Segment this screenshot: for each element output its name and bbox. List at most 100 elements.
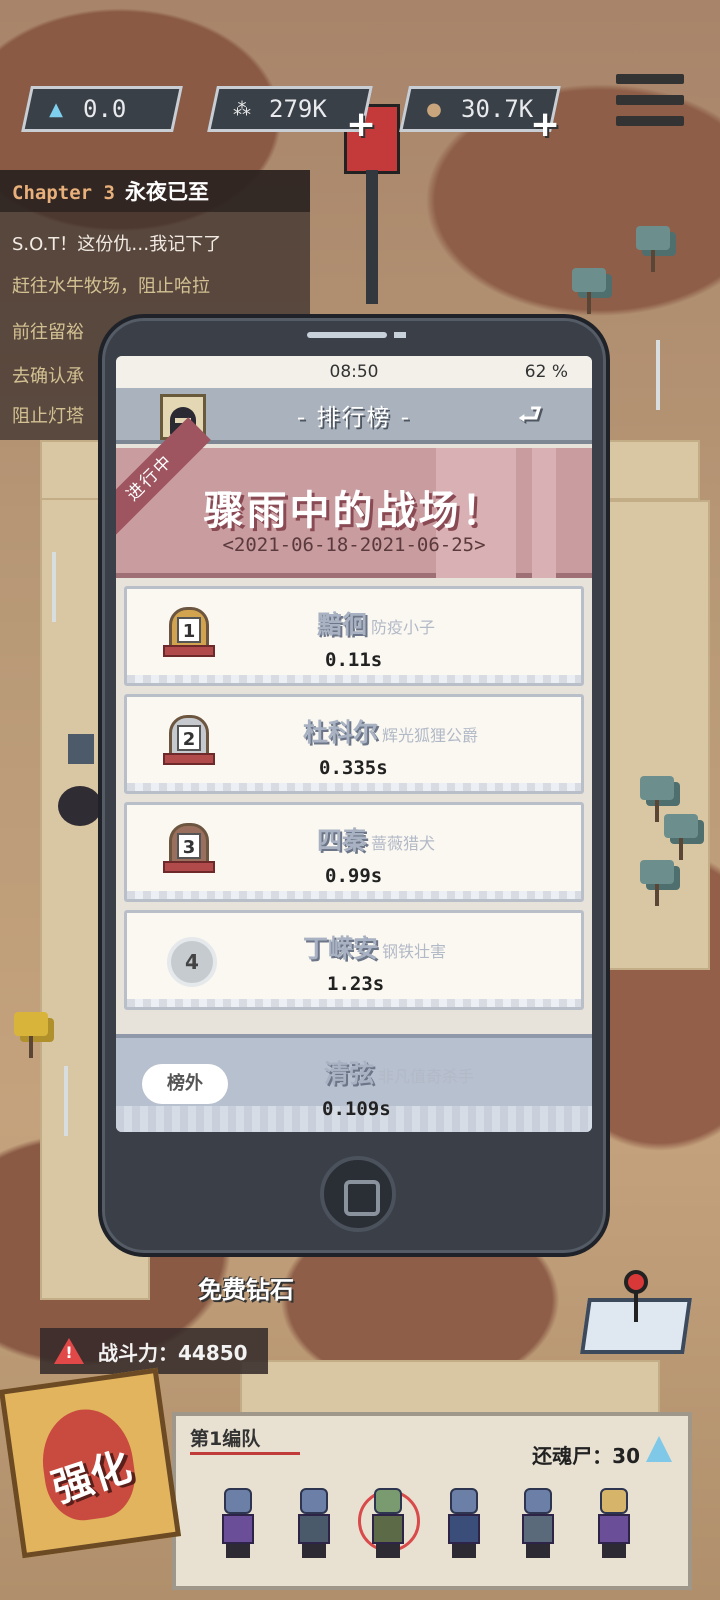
coin-value: 30.7K: [461, 95, 534, 123]
combat-power-value: 战斗力：44850: [98, 1340, 248, 1365]
unit-legs: [452, 1544, 476, 1558]
map-tree: [636, 226, 670, 272]
revive-count: 还魂尸：30: [532, 1444, 640, 1468]
player-time: 0.109s: [322, 1098, 391, 1120]
player-title: 辉光狐狸公爵: [382, 726, 479, 745]
player-title: 蔷薇猎犬: [371, 834, 436, 853]
menu-button[interactable]: [612, 68, 688, 132]
rank-number: 2: [177, 725, 201, 751]
medal-ribbon: [163, 753, 215, 765]
diamond-icon: [646, 1436, 672, 1462]
player-name-line: 丁嵘安 钢铁壮害: [303, 929, 563, 965]
medal-ribbon: [163, 861, 215, 873]
unit-head: [524, 1488, 552, 1514]
unit-body: [448, 1514, 480, 1544]
map-tree: [640, 860, 674, 906]
free-diamond-label[interactable]: 免费钻石: [198, 1270, 294, 1305]
player-name-line: 杜科尔 辉光狐狸公爵: [303, 713, 563, 749]
squad-panel[interactable]: 第1编队 还魂尸：30: [172, 1412, 692, 1590]
player-time: 0.335s: [319, 757, 388, 779]
leaderboard-row[interactable]: 3 四秦 蔷薇猎犬 0.99s: [124, 802, 584, 902]
unit-head: [450, 1488, 478, 1514]
unit-body: [222, 1514, 254, 1544]
menu-bar: [616, 74, 684, 84]
status-bar: 08:50 62 %: [116, 356, 592, 388]
squad-unit-selected[interactable]: [358, 1488, 420, 1560]
quest-line[interactable]: 赶往水牛牧场，阻止哈拉: [12, 272, 210, 298]
unit-legs: [602, 1544, 626, 1558]
self-rank-row[interactable]: 榜外 清弦 非凡值奇杀手 0.109s: [116, 1034, 592, 1132]
map-tree: [14, 1012, 48, 1058]
squad-unit[interactable]: [516, 1488, 560, 1560]
unit-legs: [226, 1544, 250, 1558]
quest-line[interactable]: 去确认承: [12, 362, 84, 388]
map-tree: [572, 268, 606, 314]
quest-line[interactable]: S.O.T！这份仇…我记下了: [12, 230, 221, 256]
phone-sensor: [394, 332, 406, 338]
unit-head: [300, 1488, 328, 1514]
unranked-badge: 榜外: [142, 1064, 228, 1104]
unit-legs: [526, 1544, 550, 1558]
add-coin-button[interactable]: +: [530, 107, 560, 143]
chapter-number: Chapter 3: [12, 182, 115, 204]
unit-body: [598, 1514, 630, 1544]
gene-icon: ⁂: [233, 98, 251, 120]
world-map-button[interactable]: [576, 1270, 696, 1360]
squad-name: 第1编队: [190, 1428, 261, 1450]
strengthen-button[interactable]: 强化: [0, 1367, 182, 1559]
event-title: 骤雨中的战场！: [203, 488, 505, 534]
gene-value: 279K: [269, 95, 327, 123]
medal-ribbon: [163, 645, 215, 657]
diamond-counter[interactable]: ▲ 0.0: [21, 86, 183, 132]
player-name-line: 清弦 非凡值奇杀手: [324, 1054, 584, 1090]
unit-body: [298, 1514, 330, 1544]
leaderboard-row[interactable]: 2 杜科尔 辉光狐狸公爵 0.335s: [124, 694, 584, 794]
unit-legs: [376, 1544, 400, 1558]
leaderboard-row[interactable]: 4 丁嵘安 钢铁壮害 1.23s: [124, 910, 584, 1010]
player-time: 0.11s: [325, 649, 383, 671]
gold-medal-icon: 1: [163, 607, 215, 665]
event-date: <2021-06-18-2021-06-25>: [222, 534, 486, 556]
silver-medal-icon: 2: [163, 715, 215, 773]
strengthen-label: 强化: [46, 1443, 137, 1513]
menu-bar: [616, 95, 684, 105]
phone-home-button[interactable]: [320, 1156, 396, 1232]
event-banner: 进行中 骤雨中的战场！ <2021-06-18-2021-06-25>: [116, 417, 592, 578]
squad-unit[interactable]: [216, 1488, 260, 1560]
squad-unit[interactable]: [442, 1488, 486, 1560]
status-battery: 62 %: [524, 362, 568, 382]
squad-unit[interactable]: [292, 1488, 336, 1560]
player-name-line: 四秦 蔷薇猎犬: [317, 821, 577, 857]
coin-icon: ●: [426, 98, 442, 120]
warning-icon: !: [54, 1338, 84, 1364]
squad-unit[interactable]: [592, 1488, 636, 1560]
player-title: 钢铁壮害: [382, 942, 447, 961]
phone-screen: 08:50 62 % - 排行榜 - ⮐ 进行中 骤雨中的战场！ <2021-0…: [116, 356, 592, 1132]
map-tree: [640, 776, 674, 822]
player-name: 四秦: [317, 826, 368, 855]
player-title: 防疫小子: [371, 618, 436, 637]
quest-line[interactable]: 阻止灯塔: [12, 402, 84, 428]
player-time: 0.99s: [325, 865, 383, 887]
unit-body: [372, 1514, 404, 1544]
phone-speaker: [307, 332, 387, 338]
player-name-line: 黯徊 防疫小子: [317, 605, 577, 641]
map-streetlamp: [64, 1066, 68, 1136]
map-npc[interactable]: [58, 734, 102, 830]
chapter-title: 永夜已至: [124, 180, 209, 204]
squad-underline: [190, 1452, 300, 1455]
menu-bar: [616, 116, 684, 126]
phone-frame: 08:50 62 % - 排行榜 - ⮐ 进行中 骤雨中的战场！ <2021-0…: [98, 314, 610, 1257]
bronze-medal-icon: 3: [163, 823, 215, 881]
map-tree: [664, 814, 698, 860]
back-button[interactable]: ⮐: [504, 401, 556, 432]
leaderboard-row[interactable]: 1 黯徊 防疫小子 0.11s: [124, 586, 584, 686]
quest-line[interactable]: 前往留裕: [12, 318, 84, 344]
player-time: 1.23s: [327, 973, 385, 995]
map-pin-stick: [634, 1292, 638, 1322]
map-pin-icon: [624, 1270, 648, 1294]
add-gene-button[interactable]: +: [346, 107, 376, 143]
player-name: 杜科尔: [303, 718, 379, 747]
player-name: 丁嵘安: [303, 934, 379, 963]
diamond-value: 0.0: [83, 95, 127, 123]
